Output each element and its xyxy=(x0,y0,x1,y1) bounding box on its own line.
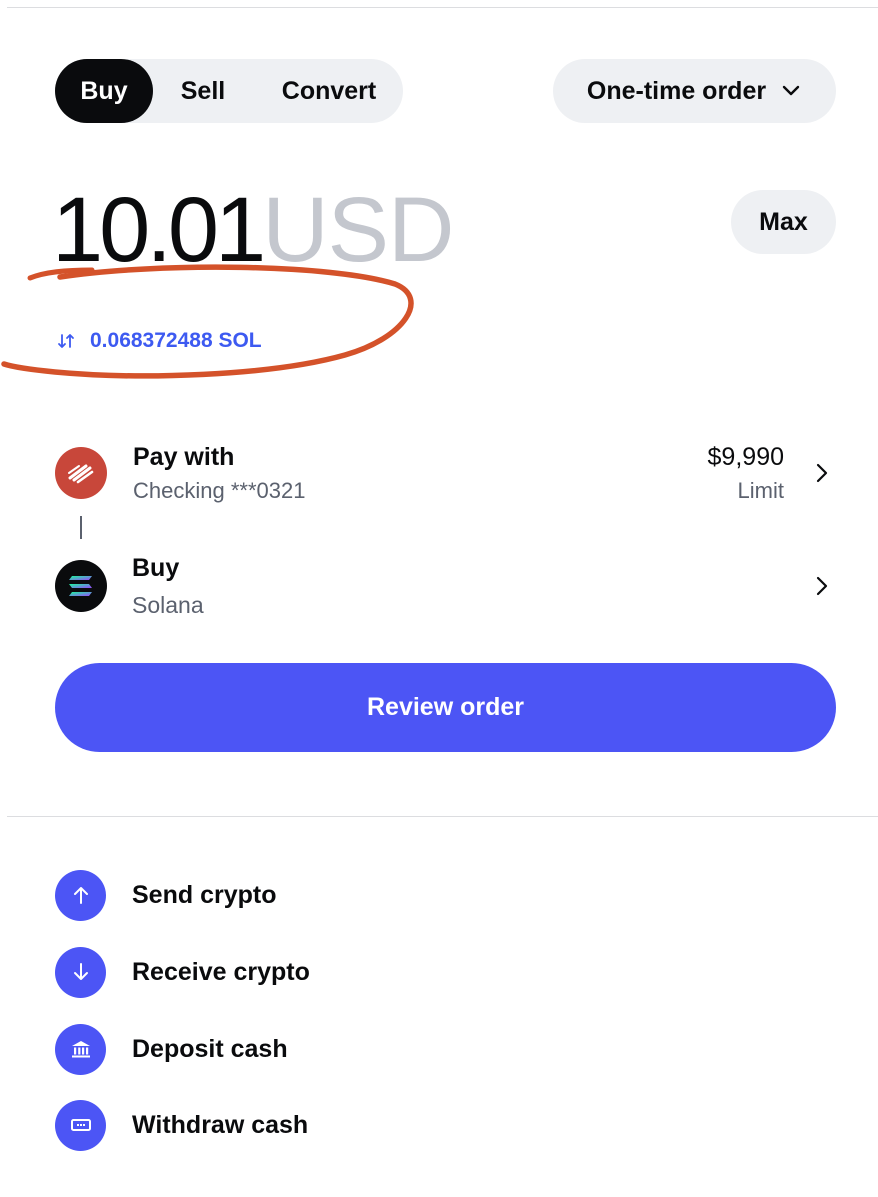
receive-crypto-action[interactable]: Receive crypto xyxy=(55,946,555,998)
send-crypto-label: Send crypto xyxy=(132,880,277,909)
withdraw-cash-label: Withdraw cash xyxy=(132,1110,309,1139)
amount-currency: USD xyxy=(262,179,454,281)
review-order-button[interactable]: Review order xyxy=(55,663,836,752)
buy-asset-name: Solana xyxy=(132,592,204,618)
limit-label: Limit xyxy=(737,478,784,503)
withdraw-cash-action[interactable]: Withdraw cash xyxy=(55,1099,555,1151)
tab-sell[interactable]: Sell xyxy=(155,59,251,123)
pay-with-title: Pay with xyxy=(133,443,235,471)
buy-asset-title: Buy xyxy=(132,554,180,582)
amount-display[interactable]: 10.01 USD xyxy=(52,179,454,281)
bank-logo-icon xyxy=(55,447,107,499)
order-type-label: One-time order xyxy=(586,76,767,105)
order-type-dropdown[interactable]: One-time order xyxy=(553,59,836,123)
deposit-cash-label: Deposit cash xyxy=(132,1034,288,1063)
arrow-up-icon xyxy=(55,869,106,921)
bank-building-icon xyxy=(55,1023,106,1075)
limit-value: $9,990 xyxy=(707,443,784,471)
swap-arrows-icon xyxy=(58,334,74,348)
chevron-down-icon xyxy=(782,85,800,96)
send-crypto-action[interactable]: Send crypto xyxy=(55,869,555,921)
chevron-right-icon xyxy=(816,463,828,483)
max-button[interactable]: Max xyxy=(731,190,836,254)
solana-logo-icon xyxy=(55,560,107,612)
amount-value: 10.01 xyxy=(52,179,266,281)
pay-with-account: Checking ***0321 xyxy=(133,478,306,503)
section-divider xyxy=(7,816,878,817)
top-divider xyxy=(7,7,878,8)
chevron-right-icon xyxy=(816,576,828,596)
row-connector xyxy=(80,516,82,539)
arrow-down-icon xyxy=(55,946,106,998)
cash-icon xyxy=(55,1099,106,1151)
deposit-cash-action[interactable]: Deposit cash xyxy=(55,1023,555,1075)
receive-crypto-label: Receive crypto xyxy=(132,957,310,986)
conversion-text: 0.068372488 SOL xyxy=(90,329,262,352)
tab-convert[interactable]: Convert xyxy=(255,59,403,123)
trade-mode-tabs: Buy Sell Convert xyxy=(55,59,403,123)
tab-buy[interactable]: Buy xyxy=(55,59,153,123)
conversion-toggle[interactable]: 0.068372488 SOL xyxy=(56,325,262,357)
